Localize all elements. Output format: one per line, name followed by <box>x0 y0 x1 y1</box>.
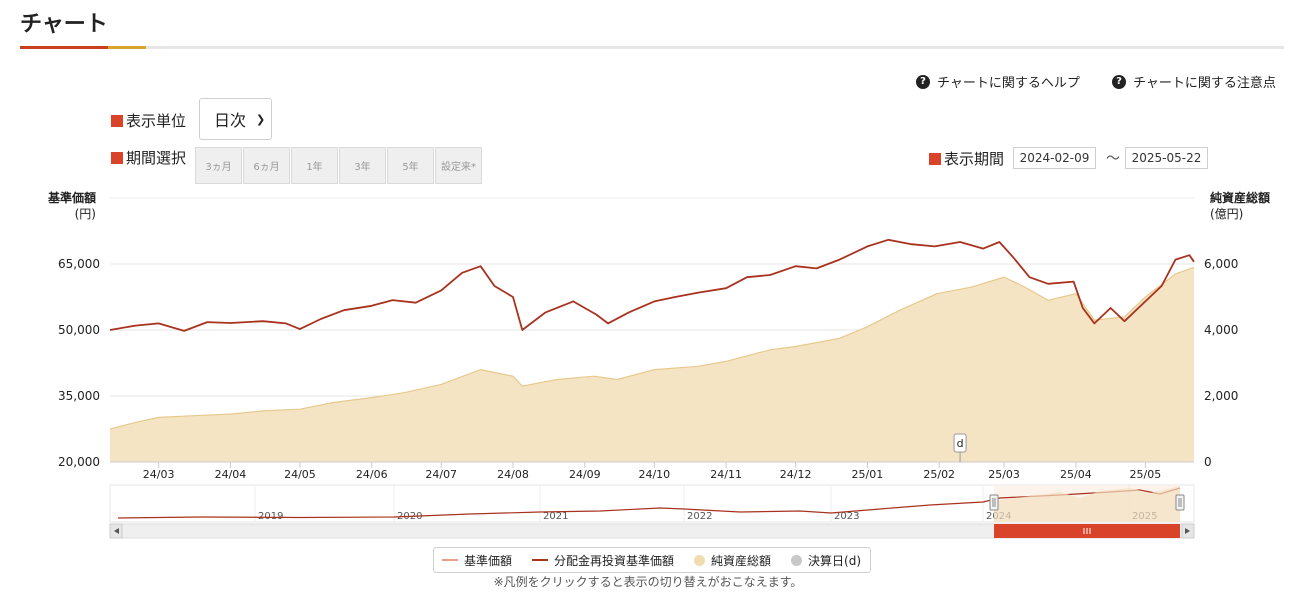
right-axis-tick: 2,000 <box>1204 389 1238 403</box>
x-axis-tick: 25/03 <box>988 468 1020 481</box>
x-axis-tick: 25/04 <box>1060 468 1092 481</box>
x-axis-tick: 24/03 <box>143 468 175 481</box>
x-axis-tick: 25/01 <box>852 468 884 481</box>
chart-legend: 基準価額 分配金再投資基準価額 純資産総額 決算日(d) <box>433 547 871 573</box>
circle-swatch-icon <box>694 554 706 566</box>
x-axis-tick: 24/10 <box>638 468 670 481</box>
legend-item-base-price[interactable]: 基準価額 <box>442 552 512 569</box>
x-axis-tick: 24/08 <box>497 468 529 481</box>
settlement-marker-label: d <box>957 437 964 450</box>
right-axis-tick: 4,000 <box>1204 323 1238 337</box>
navigator-handle[interactable] <box>989 494 999 511</box>
x-axis-tick: 24/07 <box>425 468 457 481</box>
x-axis-tick: 24/12 <box>780 468 812 481</box>
x-axis-tick: 24/05 <box>284 468 316 481</box>
legend-item-settlement-date[interactable]: 決算日(d) <box>791 552 861 569</box>
navigator-year-label: 2019 <box>258 511 283 522</box>
left-axis-tick: 65,000 <box>58 257 100 271</box>
legend-item-reinvested-price[interactable]: 分配金再投資基準価額 <box>532 552 674 569</box>
line-swatch-icon <box>532 559 549 561</box>
x-axis-tick: 24/04 <box>215 468 247 481</box>
left-axis-tick: 50,000 <box>58 323 100 337</box>
x-axis-tick: 25/05 <box>1130 468 1162 481</box>
right-axis-tick: 6,000 <box>1204 257 1238 271</box>
right-axis-tick: 0 <box>1204 455 1212 469</box>
left-axis-tick: 20,000 <box>58 455 100 469</box>
left-axis-tick: 35,000 <box>58 389 100 403</box>
line-swatch-icon <box>442 559 458 561</box>
navigator-year-label: 2021 <box>543 511 568 522</box>
x-axis-tick: 24/06 <box>356 468 388 481</box>
x-axis-tick: 25/02 <box>923 468 955 481</box>
x-axis-tick: 24/11 <box>710 468 742 481</box>
legend-note: ※凡例をクリックすると表示の切り替えがおこなえます。 <box>493 575 803 589</box>
legend-item-net-assets[interactable]: 純資産総額 <box>694 552 771 569</box>
circle-swatch-icon <box>791 554 803 566</box>
navigator-handle[interactable] <box>1175 494 1185 511</box>
navigator-year-label: 2022 <box>687 511 712 522</box>
net-assets-area <box>110 267 1194 462</box>
price-chart[interactable]: 65,000 50,000 35,000 20,000 6,000 4,000 2,000 0… <box>0 0 1296 545</box>
x-axis-tick: 24/09 <box>569 468 601 481</box>
